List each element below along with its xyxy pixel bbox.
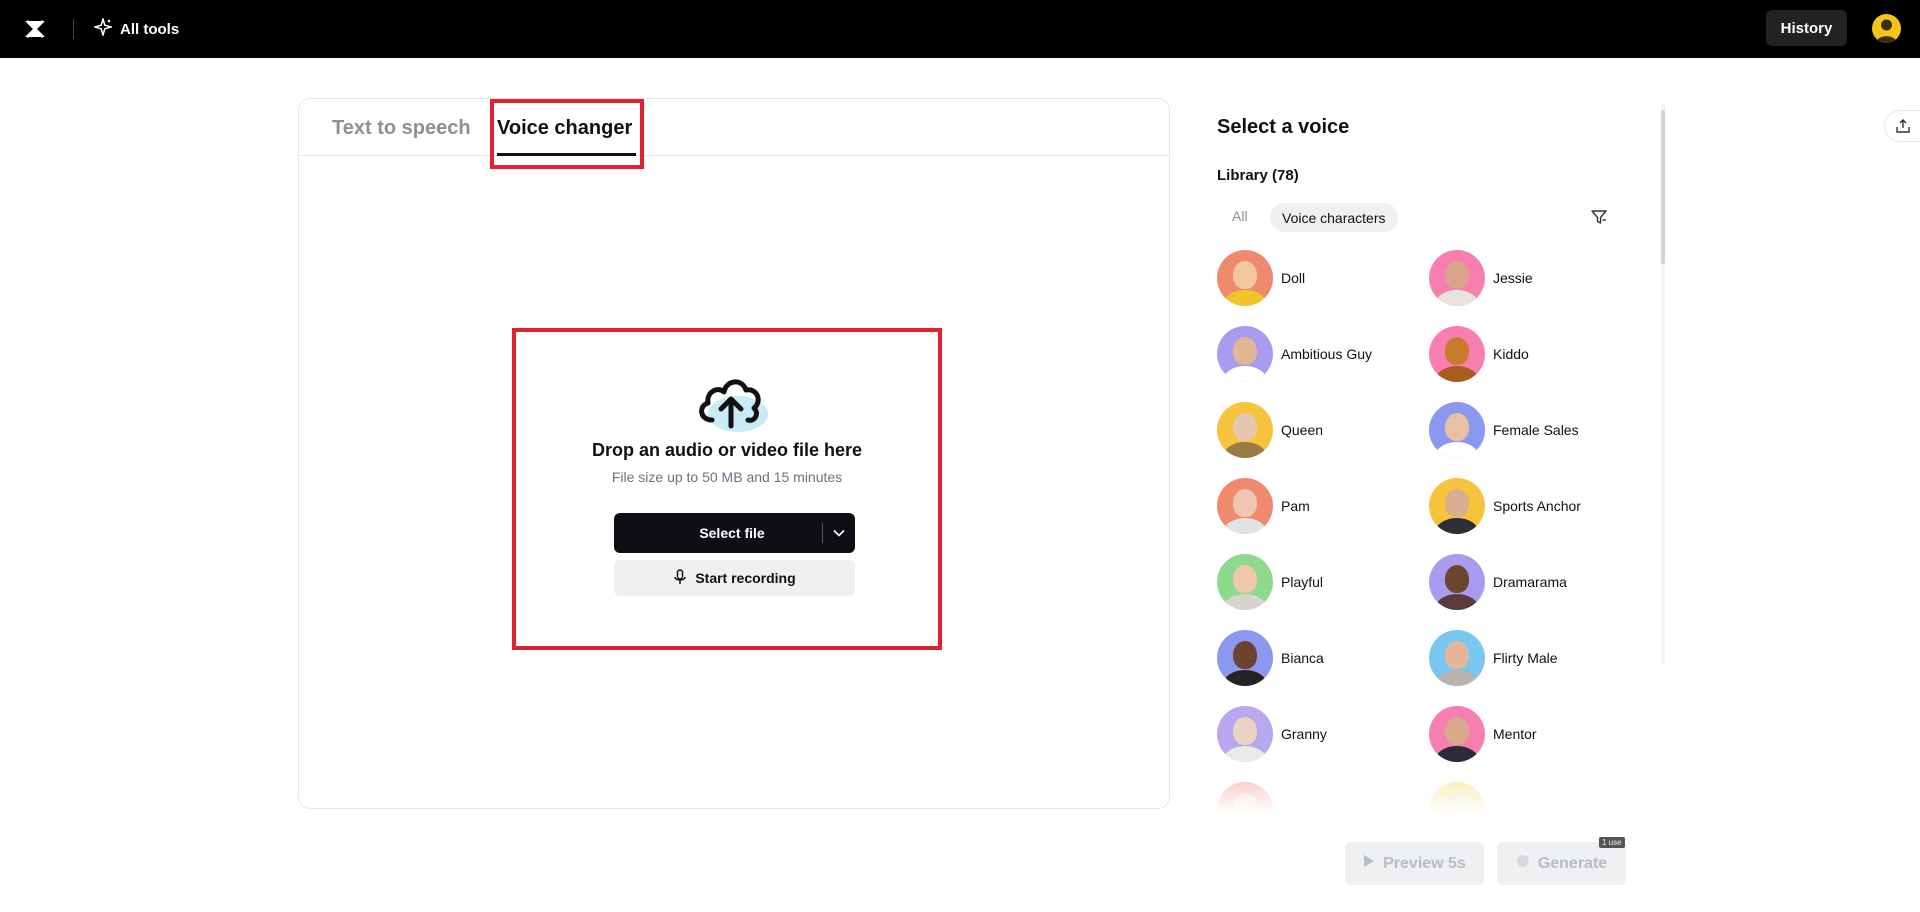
voice-option[interactable]: Sports Anchor: [1429, 478, 1629, 534]
voice-name: Flirty Male: [1493, 650, 1558, 666]
filter-funnel-icon[interactable]: [1590, 208, 1608, 226]
voice-list-fade: [1200, 780, 1660, 814]
voice-avatar: [1217, 554, 1273, 610]
voice-avatar: [1429, 554, 1485, 610]
start-recording-label: Start recording: [695, 570, 796, 586]
voice-option[interactable]: Playful: [1217, 554, 1417, 610]
history-button[interactable]: History: [1766, 10, 1847, 46]
voice-list-scroll-thumb[interactable]: [1661, 110, 1665, 264]
voice-avatar: [1217, 402, 1273, 458]
voice-name: Pam: [1281, 498, 1310, 514]
preview-label: Preview 5s: [1383, 854, 1466, 872]
tab-text-to-speech[interactable]: Text to speech: [332, 117, 471, 140]
voice-option[interactable]: Doll: [1217, 250, 1417, 306]
voice-avatar: [1217, 478, 1273, 534]
voice-name: Doll: [1281, 270, 1306, 286]
voice-avatar: [1429, 250, 1485, 306]
voice-avatar: [1429, 706, 1485, 762]
voice-name: Ambitious Guy: [1281, 346, 1373, 362]
voice-option[interactable]: Granny: [1217, 706, 1417, 762]
voice-name: Bianca: [1281, 650, 1324, 666]
use-count-badge: 1 use: [1599, 837, 1625, 848]
voice-option[interactable]: Bianca: [1217, 630, 1417, 686]
voice-name: Female Sales: [1493, 422, 1579, 438]
generate-button[interactable]: Generate: [1497, 842, 1626, 885]
voice-option[interactable]: Jessie: [1429, 250, 1629, 306]
top-bar: All tools History: [0, 0, 1920, 58]
start-recording-button[interactable]: Start recording: [614, 560, 855, 596]
voice-avatar: [1217, 630, 1273, 686]
tab-bar: Text to speech Voice changer: [299, 99, 1169, 156]
voice-option[interactable]: Dramarama: [1429, 554, 1629, 610]
preview-button[interactable]: Preview 5s: [1345, 842, 1484, 885]
microphone-icon: [673, 568, 687, 588]
voice-option[interactable]: Queen: [1217, 402, 1417, 458]
voice-option[interactable]: Pam: [1217, 478, 1417, 534]
voice-avatar: [1217, 250, 1273, 306]
filter-all[interactable]: All: [1232, 208, 1248, 224]
select-voice-title: Select a voice: [1217, 116, 1350, 138]
voice-name: Granny: [1281, 726, 1327, 742]
play-icon: [1363, 854, 1375, 873]
capcut-logo-icon[interactable]: [22, 16, 48, 42]
voice-name: Dramarama: [1493, 574, 1567, 590]
select-file-button[interactable]: Select file: [614, 513, 855, 553]
voice-avatar: [1217, 326, 1273, 382]
highlight-box-tab: [490, 99, 644, 169]
select-file-label: Select file: [699, 525, 765, 541]
voice-option[interactable]: Mentor: [1429, 706, 1629, 762]
voice-name: Playful: [1281, 574, 1324, 590]
library-label: Library (78): [1217, 167, 1299, 184]
voice-option[interactable]: Flirty Male: [1429, 630, 1629, 686]
chevron-down-icon[interactable]: [823, 513, 855, 553]
voice-option[interactable]: Kiddo: [1429, 326, 1629, 382]
generate-spark-icon: [1516, 854, 1530, 873]
voice-option[interactable]: Female Sales: [1429, 402, 1629, 458]
voice-avatar: [1429, 326, 1485, 382]
all-tools-label: All tools: [120, 20, 180, 38]
filter-voice-characters[interactable]: Voice characters: [1270, 203, 1398, 232]
voice-name: Mentor: [1493, 726, 1537, 742]
voice-avatar: [1429, 402, 1485, 458]
voice-changer-card: Text to speech Voice changer Drop an aud…: [298, 98, 1170, 809]
topbar-divider: [73, 19, 74, 39]
voice-list: Doll Jessie Ambitious Guy Kiddo Queen Female …: [1217, 250, 1647, 812]
upload-share-icon[interactable]: [1884, 110, 1920, 142]
voice-avatar: [1429, 478, 1485, 534]
voice-name: Kiddo: [1493, 346, 1529, 362]
voice-name: Sports Anchor: [1493, 498, 1581, 514]
voice-name: Queen: [1281, 422, 1324, 438]
voice-avatar: [1217, 706, 1273, 762]
user-avatar[interactable]: [1872, 14, 1901, 43]
voice-option[interactable]: Ambitious Guy: [1217, 326, 1417, 382]
generate-label: Generate: [1537, 854, 1608, 872]
dropzone-subtitle: File size up to 50 MB and 15 minutes: [611, 469, 843, 485]
cloud-upload-icon: [692, 370, 770, 436]
dropzone-title: Drop an audio or video file here: [591, 440, 863, 460]
all-tools-button[interactable]: All tools: [92, 16, 180, 42]
file-dropzone[interactable]: Drop an audio or video file here File si…: [512, 328, 942, 650]
sparkle-icon: [92, 16, 114, 40]
voice-avatar: [1429, 630, 1485, 686]
voice-name: Jessie: [1493, 270, 1533, 286]
